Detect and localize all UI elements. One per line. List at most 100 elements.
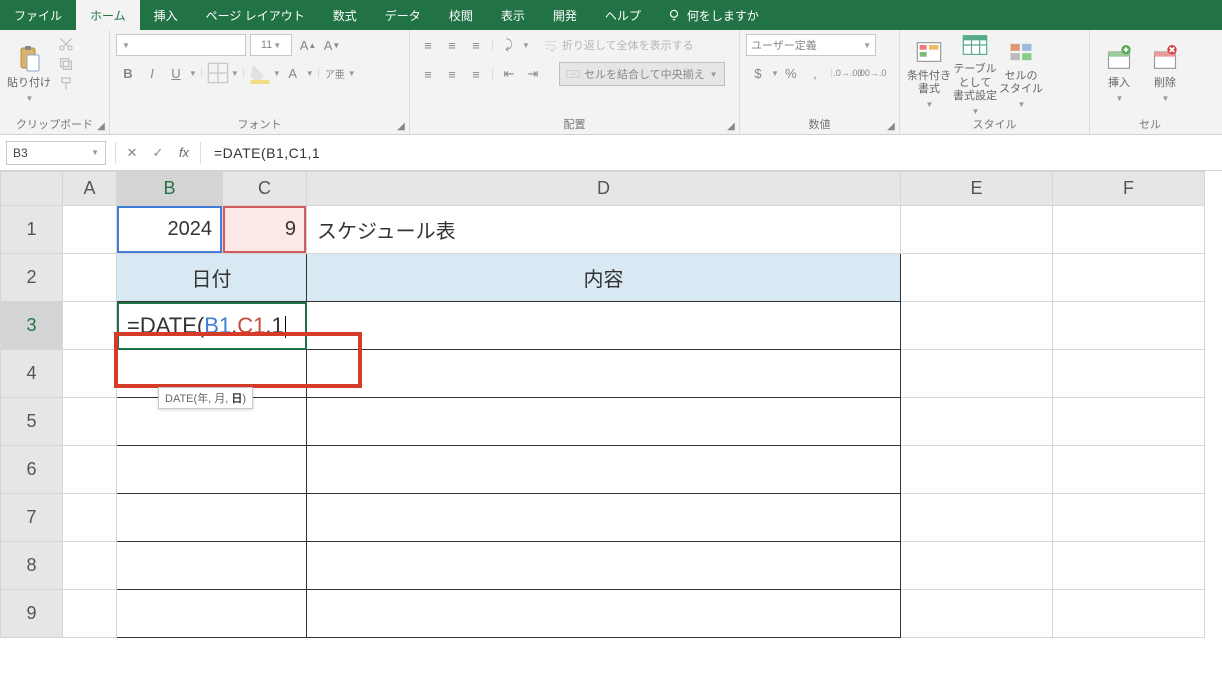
row-header-1[interactable]: 1 [1, 206, 63, 254]
cell-A9[interactable] [63, 590, 117, 638]
cell-B1[interactable]: 2024 [117, 206, 223, 254]
cell-F9[interactable] [1053, 590, 1205, 638]
cell-F1[interactable] [1053, 206, 1205, 254]
clipboard-launcher[interactable]: ◢ [95, 120, 107, 132]
cell-D6[interactable] [307, 446, 901, 494]
cut-button[interactable] [58, 36, 74, 52]
cell-D4[interactable] [307, 350, 901, 398]
format-painter-button[interactable] [58, 76, 74, 92]
wrap-text-button[interactable]: 折り返して全体を表示する [544, 37, 694, 53]
row-header-4[interactable]: 4 [1, 350, 63, 398]
cell-C1[interactable]: 9 [223, 206, 307, 254]
cell-F2[interactable] [1053, 254, 1205, 302]
font-launcher[interactable]: ◢ [395, 120, 407, 132]
col-header-E[interactable]: E [901, 172, 1053, 206]
fill-color-button[interactable] [249, 62, 271, 84]
increase-indent-button[interactable]: ⇥ [522, 63, 544, 85]
merge-center-button[interactable]: セルを結合して中央揃え ▼ [559, 62, 725, 86]
align-right-button[interactable]: ≡ [465, 63, 487, 85]
col-header-C[interactable]: C [223, 172, 307, 206]
select-all-corner[interactable] [1, 172, 63, 206]
align-middle-button[interactable]: ≡ [441, 34, 463, 56]
cell-B2C2[interactable]: 日付 [117, 254, 307, 302]
number-launcher[interactable]: ◢ [885, 120, 897, 132]
font-name-combo[interactable]: ▼ [116, 34, 246, 56]
tell-me-search[interactable]: 何をしますか [667, 0, 759, 30]
cell-D5[interactable] [307, 398, 901, 446]
paste-button[interactable]: 貼り付け ▼ [6, 34, 52, 114]
cell-A5[interactable] [63, 398, 117, 446]
row-header-7[interactable]: 7 [1, 494, 63, 542]
cell-E4[interactable] [901, 350, 1053, 398]
cell-A2[interactable] [63, 254, 117, 302]
font-size-combo[interactable]: 11▼ [250, 34, 292, 56]
tab-formulas[interactable]: 数式 [319, 0, 371, 30]
copy-button[interactable] [58, 56, 74, 72]
cell-E7[interactable] [901, 494, 1053, 542]
cell-A4[interactable] [63, 350, 117, 398]
col-header-D[interactable]: D [307, 172, 901, 206]
row-header-3[interactable]: 3 [1, 302, 63, 350]
col-header-F[interactable]: F [1053, 172, 1205, 206]
phonetic-guide-button[interactable]: ア亜 [324, 62, 346, 84]
cell-D9[interactable] [307, 590, 901, 638]
tab-data[interactable]: データ [371, 0, 435, 30]
orientation-button[interactable]: ⤸ [498, 34, 520, 56]
alignment-launcher[interactable]: ◢ [725, 120, 737, 132]
decrease-indent-button[interactable]: ⇤ [498, 63, 520, 85]
percent-format-button[interactable]: % [780, 62, 802, 84]
cell-E2[interactable] [901, 254, 1053, 302]
cell-F6[interactable] [1053, 446, 1205, 494]
cell-F5[interactable] [1053, 398, 1205, 446]
cancel-formula-button[interactable]: ✕ [119, 141, 145, 165]
align-left-button[interactable]: ≡ [417, 63, 439, 85]
col-header-B[interactable]: B [117, 172, 223, 206]
delete-cells-button[interactable]: 削除▼ [1142, 34, 1188, 114]
row-header-9[interactable]: 9 [1, 590, 63, 638]
row-header-8[interactable]: 8 [1, 542, 63, 590]
cell-B3[interactable]: =DATE(B1,C1,1 [117, 302, 307, 350]
conditional-format-button[interactable]: 条件付き 書式▼ [906, 34, 952, 114]
cell-E6[interactable] [901, 446, 1053, 494]
row-header-5[interactable]: 5 [1, 398, 63, 446]
col-header-A[interactable]: A [63, 172, 117, 206]
cell-F4[interactable] [1053, 350, 1205, 398]
align-center-button[interactable]: ≡ [441, 63, 463, 85]
accounting-format-button[interactable]: $ [747, 62, 769, 84]
cell-D7[interactable] [307, 494, 901, 542]
insert-function-button[interactable]: fx [171, 141, 197, 165]
comma-format-button[interactable]: , [804, 62, 826, 84]
cell-A8[interactable] [63, 542, 117, 590]
cell-E1[interactable] [901, 206, 1053, 254]
cell-B9[interactable] [117, 590, 307, 638]
cell-styles-button[interactable]: セルの スタイル▼ [998, 34, 1044, 114]
insert-cells-button[interactable]: 挿入▼ [1096, 34, 1142, 114]
cell-B8[interactable] [117, 542, 307, 590]
tab-page-layout[interactable]: ページ レイアウト [192, 0, 319, 30]
increase-font-button[interactable]: A▲ [297, 34, 319, 56]
tab-view[interactable]: 表示 [487, 0, 539, 30]
align-top-button[interactable]: ≡ [417, 34, 439, 56]
cell-E3[interactable] [901, 302, 1053, 350]
cell-B6[interactable] [117, 446, 307, 494]
tab-file[interactable]: ファイル [0, 0, 76, 30]
number-format-combo[interactable]: ユーザー定義▼ [746, 34, 876, 56]
row-header-2[interactable]: 2 [1, 254, 63, 302]
cell-B7[interactable] [117, 494, 307, 542]
tab-developer[interactable]: 開発 [539, 0, 591, 30]
name-box[interactable]: B3 ▼ [6, 141, 106, 165]
format-as-table-button[interactable]: テーブルとして 書式設定▼ [952, 34, 998, 114]
align-bottom-button[interactable]: ≡ [465, 34, 487, 56]
tab-insert[interactable]: 挿入 [140, 0, 192, 30]
cell-F3[interactable] [1053, 302, 1205, 350]
formula-input[interactable]: =DATE(B1,C1,1 [204, 145, 1222, 161]
cell-D8[interactable] [307, 542, 901, 590]
cell-D1[interactable]: スケジュール表 [307, 206, 901, 254]
tab-home[interactable]: ホーム [76, 0, 140, 30]
row-header-6[interactable]: 6 [1, 446, 63, 494]
decrease-font-button[interactable]: A▼ [321, 34, 343, 56]
decrease-decimal-button[interactable]: .00→.0 [861, 62, 883, 84]
cell-A1[interactable] [63, 206, 117, 254]
font-color-button[interactable]: A [282, 62, 304, 84]
cell-A3[interactable] [63, 302, 117, 350]
